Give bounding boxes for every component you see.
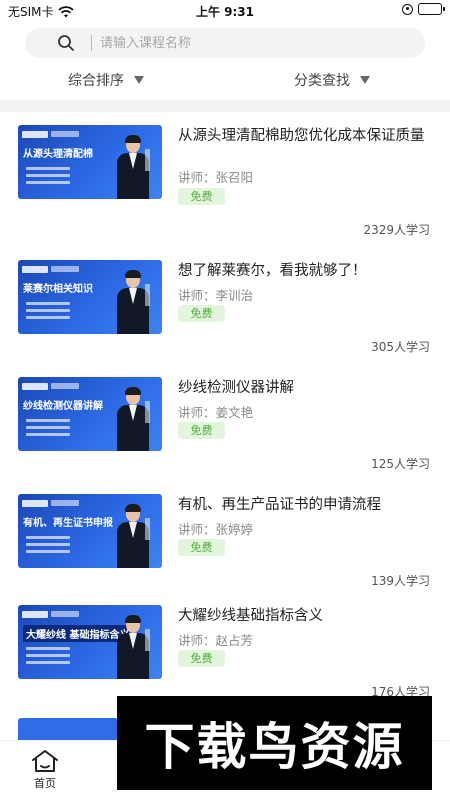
home-icon xyxy=(32,750,58,772)
thumbnail-title: 莱赛尔相关知识 xyxy=(23,284,93,295)
caret-down-icon xyxy=(134,76,144,84)
course-thumbnail[interactable]: 大耀纱线 基础指标含义 xyxy=(18,605,162,679)
category-label: 分类查找 xyxy=(294,73,350,89)
course-thumbnail[interactable]: 莱赛尔相关知识 xyxy=(18,260,162,334)
course-title[interactable]: 想了解莱赛尔，看我就够了！ xyxy=(178,260,433,282)
thumbnail-title: 有机、再生证书申报 xyxy=(23,518,113,529)
course-item[interactable]: 从源头理清配棉 从源头理清配棉助您优化成本保证质量 讲师：张召阳 免费 2329… xyxy=(0,125,450,237)
tab-home-label: 首页 xyxy=(34,777,56,790)
watermark-text: 下载鸟资源 xyxy=(144,718,405,776)
course-thumbnail[interactable]: 从源头理清配棉 xyxy=(18,125,162,199)
search-icon[interactable] xyxy=(57,30,83,56)
search-divider xyxy=(91,35,92,51)
course-thumbnail[interactable]: 有机、再生证书申报 xyxy=(18,494,162,568)
free-badge: 免费 xyxy=(178,188,225,205)
course-teacher: 讲师：赵占芳 xyxy=(178,633,254,648)
course-thumbnail-partial[interactable] xyxy=(18,718,118,740)
rotation-lock-icon xyxy=(402,3,413,15)
learner-count: 2329人学习 xyxy=(363,223,430,237)
lecturer-photo xyxy=(114,270,152,334)
status-bar: 无SIM卡 上午 9:31 xyxy=(0,0,450,22)
sort-dropdown[interactable]: 综合排序 xyxy=(68,70,144,90)
tab-home[interactable]: 首页 xyxy=(27,749,63,791)
free-badge: 免费 xyxy=(178,650,225,667)
caret-down-icon xyxy=(360,76,370,84)
course-title[interactable]: 大耀纱线基础指标含义 xyxy=(178,605,433,627)
course-teacher: 讲师：张召阳 xyxy=(178,170,254,185)
course-item[interactable]: 有机、再生证书申报 有机、再生产品证书的申请流程 讲师：张婷婷 免费 139人学… xyxy=(0,494,450,604)
course-teacher: 讲师：姜文艳 xyxy=(178,405,254,420)
learner-count: 125人学习 xyxy=(371,457,430,471)
learner-count: 305人学习 xyxy=(371,340,430,354)
course-item[interactable]: 纱线检测仪器讲解 纱线检测仪器讲解 讲师：姜文艳 免费 125人学习 xyxy=(0,377,450,487)
lecturer-photo xyxy=(114,504,152,568)
free-badge: 免费 xyxy=(178,422,225,439)
free-badge: 免费 xyxy=(178,539,225,556)
lecturer-photo xyxy=(114,387,152,451)
course-item[interactable]: 莱赛尔相关知识 想了解莱赛尔，看我就够了！ 讲师：李训治 免费 305人学习 xyxy=(0,260,450,370)
course-thumbnail[interactable]: 纱线检测仪器讲解 xyxy=(18,377,162,451)
course-title[interactable]: 从源头理清配棉助您优化成本保证质量 xyxy=(178,125,433,147)
thumbnail-title: 纱线检测仪器讲解 xyxy=(23,401,103,412)
search-input[interactable] xyxy=(100,35,400,51)
lecturer-photo xyxy=(114,615,152,679)
sort-label: 综合排序 xyxy=(68,73,124,89)
free-badge: 免费 xyxy=(178,305,225,322)
course-title[interactable]: 纱线检测仪器讲解 xyxy=(178,377,433,399)
learner-count: 139人学习 xyxy=(371,574,430,588)
thumbnail-title: 从源头理清配棉 xyxy=(23,149,93,160)
course-title[interactable]: 有机、再生产品证书的申请流程 xyxy=(178,494,433,516)
section-divider xyxy=(0,100,450,112)
course-teacher: 讲师：张婷婷 xyxy=(178,522,254,537)
status-right xyxy=(402,3,445,15)
status-time: 上午 9:31 xyxy=(195,5,255,19)
battery-icon xyxy=(418,3,445,15)
search-bar[interactable] xyxy=(25,28,425,58)
category-dropdown[interactable]: 分类查找 xyxy=(294,70,370,90)
lecturer-photo xyxy=(114,135,152,199)
course-teacher: 讲师：李训治 xyxy=(178,288,254,303)
watermark-banner: 下载鸟资源 xyxy=(117,696,432,790)
filter-row: 综合排序 分类查找 xyxy=(0,70,450,94)
